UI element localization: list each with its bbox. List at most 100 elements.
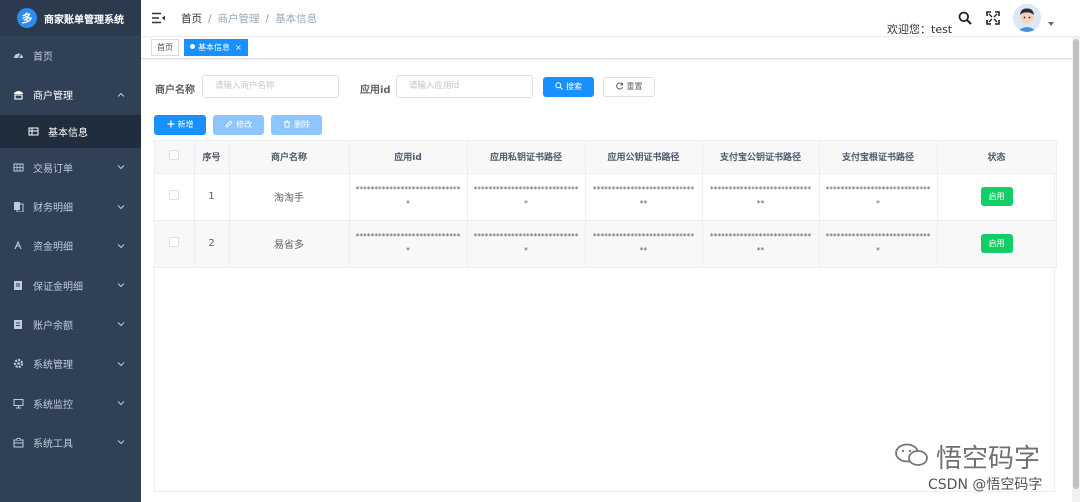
add-button[interactable]: 新增 (154, 115, 206, 135)
form-icon (13, 280, 24, 291)
status-cell: 启用 (937, 173, 1057, 221)
chevron-down-icon (117, 361, 125, 366)
app-public-cert-cell: ***************************** (585, 220, 703, 268)
masked-value: ***************************** (709, 184, 812, 208)
trash-icon (284, 120, 290, 128)
merchant-name-input[interactable]: 请输入商户名称 (202, 75, 339, 98)
alipay-public-cert-cell: ***************************** (702, 220, 820, 268)
sidebar-item-merchant[interactable]: 商户管理 (0, 75, 141, 114)
alipay-root-cert-cell: ***************************** (819, 220, 938, 268)
add-button-label: 新增 (177, 120, 194, 129)
search-button[interactable]: 搜索 (543, 77, 594, 97)
app-title: 商家账单管理系统 (44, 14, 124, 26)
sidebar-item-system-tools[interactable]: 系统工具 (0, 423, 141, 462)
table-row[interactable]: 1 淘淘手 ***************************** ****… (155, 173, 1057, 221)
money-icon (13, 240, 24, 251)
column-header: 状态 (937, 141, 1057, 174)
masked-value: ***************************** (473, 231, 579, 255)
sidebar-item-system-monitor[interactable]: 系统监控 (0, 383, 141, 422)
edit-button[interactable]: 修改 (213, 115, 264, 135)
close-icon[interactable]: × (235, 43, 242, 52)
index-cell: 2 (194, 220, 230, 268)
sidebar-item-deposit[interactable]: 保证金明细 (0, 265, 141, 304)
sidebar-item-system-manage[interactable]: 系统管理 (0, 344, 141, 383)
welcome-text: 欢迎您：test (887, 23, 953, 36)
sidebar-item-label: 系统监控 (33, 399, 73, 411)
chevron-down-icon (117, 204, 125, 209)
tags-view: 首页 基本信息 × (141, 37, 1080, 59)
masked-value: ***************************** (592, 184, 695, 208)
tag-basic-info[interactable]: 基本信息 × (184, 39, 248, 56)
tag-home[interactable]: 首页 (151, 39, 179, 56)
sidebar-item-label: 资金明细 (33, 242, 73, 254)
app-id-cell: ***************************** (349, 220, 468, 268)
status-badge[interactable]: 启用 (980, 234, 1013, 253)
column-header: 应用公钥证书路径 (585, 141, 703, 174)
index-cell: 1 (194, 173, 230, 221)
row-checkbox[interactable] (169, 237, 180, 247)
sidebar-item-label: 首页 (33, 52, 53, 64)
masked-value: ***************************** (709, 231, 812, 255)
scrollbar-thumb[interactable] (1073, 39, 1079, 489)
row-checkbox[interactable] (169, 190, 180, 200)
plus-icon (167, 120, 174, 128)
avatar[interactable] (1013, 4, 1041, 32)
watermark-subtext: CSDN @悟空码字 (928, 477, 1043, 493)
masked-value: ***************************** (825, 231, 931, 255)
delete-button[interactable]: 删除 (271, 115, 322, 135)
chevron-down-icon (117, 283, 125, 288)
app-root: 多 商家账单管理系统 首页 商户管理 基本信息 交易订单 财务明细 资金明细 保… (0, 0, 1080, 502)
select-all-checkbox[interactable] (169, 150, 180, 161)
chevron-down-icon (117, 440, 125, 445)
page-scrollbar[interactable] (1072, 37, 1080, 502)
search-icon (555, 82, 563, 90)
column-header: 商户名称 (229, 141, 350, 174)
search-icon[interactable] (958, 11, 972, 25)
app-private-cert-cell: ***************************** (467, 173, 586, 221)
chevron-down-icon (117, 243, 125, 249)
sidebar-item-funds[interactable]: 资金明细 (0, 226, 141, 265)
merchant-icon (13, 89, 24, 100)
appid-input[interactable]: 请输入应用id (396, 75, 533, 98)
chevron-up-icon (117, 92, 125, 97)
column-header: 应用私钥证书路径 (467, 141, 586, 174)
sidebar-item-label: 财务明细 (33, 203, 73, 215)
sidebar-item-trade-orders[interactable]: 交易订单 (0, 148, 141, 187)
reset-button[interactable]: 重置 (603, 77, 655, 97)
sidebar-item-label: 基本信息 (48, 127, 88, 139)
app-id-cell: ***************************** (349, 173, 468, 221)
merchant-name-cell: 易省多 (229, 220, 350, 268)
breadcrumb-home[interactable]: 首页 (181, 13, 202, 25)
masked-value: ***************************** (355, 184, 461, 208)
fullscreen-icon[interactable] (986, 11, 1000, 25)
sidebar-item-basic-info[interactable]: 基本信息 (0, 114, 141, 148)
chevron-down-icon (117, 165, 125, 170)
logo-icon: 多 (17, 8, 37, 28)
table-header-row: 序号 商户名称 应用id 应用私钥证书路径 应用公钥证书路径 支付宝公钥证书路径… (155, 141, 1057, 174)
masked-value: ***************************** (355, 231, 461, 255)
appid-label: 应用id (360, 85, 391, 96)
masked-value: ***************************** (592, 231, 695, 255)
documents-icon (13, 201, 24, 213)
chevron-down-icon (117, 322, 125, 327)
sidebar: 多 商家账单管理系统 首页 商户管理 基本信息 交易订单 财务明细 资金明细 保… (0, 0, 141, 502)
sidebar-item-balance[interactable]: 账户余额 (0, 305, 141, 344)
logo[interactable]: 多 商家账单管理系统 (0, 0, 141, 36)
breadcrumb-separator: / (208, 13, 212, 25)
sidebar-item-label: 保证金明细 (33, 281, 83, 293)
refresh-icon (615, 82, 623, 90)
caret-down-icon[interactable] (1048, 22, 1054, 26)
column-header: 支付宝根证书路径 (819, 141, 938, 174)
breadcrumb-current: 基本信息 (275, 13, 318, 25)
reset-button-label: 重置 (626, 82, 643, 91)
status-badge[interactable]: 启用 (980, 187, 1013, 206)
breadcrumb-merchant[interactable]: 商户管理 (218, 13, 260, 25)
sidebar-item-label: 商户管理 (33, 91, 73, 103)
delete-button-label: 删除 (294, 120, 310, 129)
navbar: 首页 / 商户管理 / 基本信息 欢迎您：test (141, 0, 1080, 37)
hamburger-icon[interactable] (152, 12, 165, 24)
sidebar-item-home[interactable]: 首页 (0, 36, 141, 75)
column-header: 支付宝公钥证书路径 (702, 141, 820, 174)
table-row[interactable]: 2 易省多 ***************************** ****… (155, 220, 1057, 268)
sidebar-item-finance[interactable]: 财务明细 (0, 187, 141, 226)
